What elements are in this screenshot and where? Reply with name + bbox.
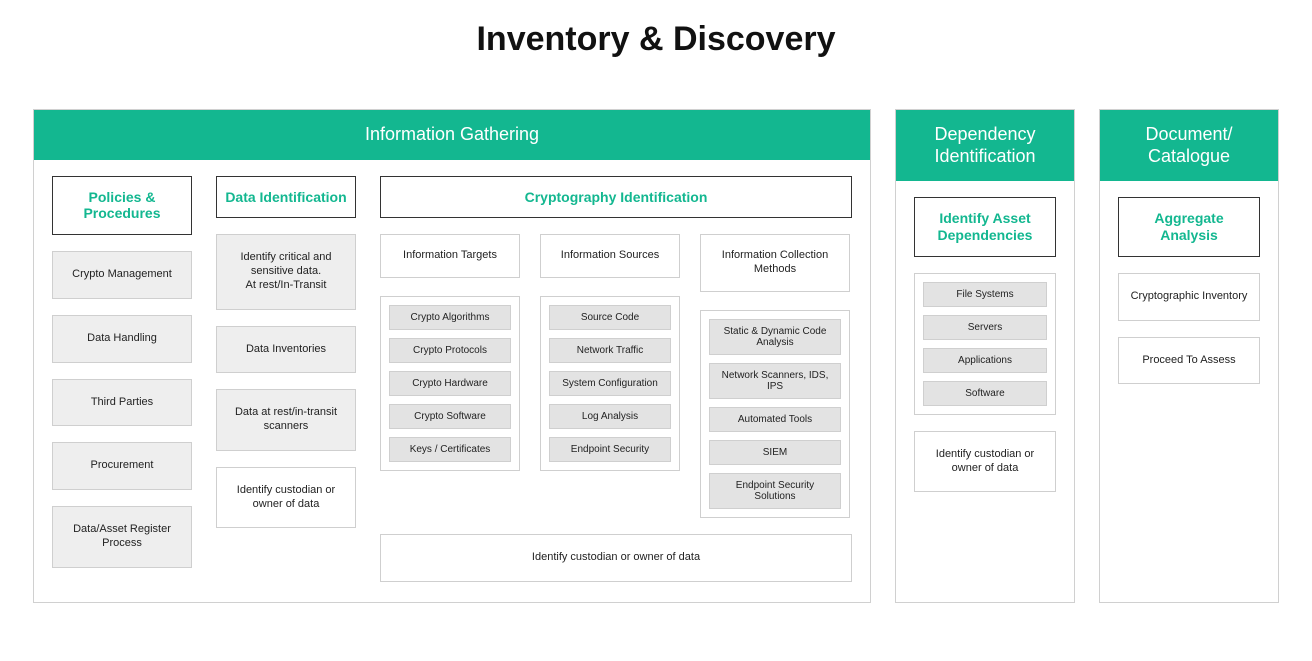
box-rest-transit-scanners: Data at rest/in-transit scanners bbox=[216, 389, 356, 451]
chip-network-scanners: Network Scanners, IDS, IPS bbox=[709, 363, 841, 399]
box-data-handling: Data Handling bbox=[52, 315, 192, 363]
chip-crypto-software: Crypto Software bbox=[389, 404, 511, 429]
subcol-targets: Information Targets Crypto Algorithms Cr… bbox=[380, 234, 520, 518]
box-identify-custodian-1: Identify custodian or owner of data bbox=[216, 467, 356, 529]
panel-header-doc: Document/ Catalogue bbox=[1100, 110, 1278, 181]
col-policies: Policies & Procedures Crypto Management … bbox=[52, 176, 192, 582]
chip-automated-tools: Automated Tools bbox=[709, 407, 841, 432]
chip-applications: Applications bbox=[923, 348, 1047, 373]
box-cryptographic-inventory: Cryptographic Inventory bbox=[1118, 273, 1260, 321]
chip-software: Software bbox=[923, 381, 1047, 406]
chip-sd-code-analysis: Static & Dynamic Code Analysis bbox=[709, 319, 841, 355]
heading-aggregate-analysis: Aggregate Analysis bbox=[1118, 197, 1260, 257]
chips-sources: Source Code Network Traffic System Confi… bbox=[540, 296, 680, 471]
chip-source-code: Source Code bbox=[549, 305, 671, 330]
header-sources: Information Sources bbox=[540, 234, 680, 278]
box-identify-custodian-2: Identify custodian or owner of data bbox=[380, 534, 852, 582]
box-crypto-management: Crypto Management bbox=[52, 251, 192, 299]
chip-system-config: System Configuration bbox=[549, 371, 671, 396]
box-procurement: Procurement bbox=[52, 442, 192, 490]
subcol-sources: Information Sources Source Code Network … bbox=[540, 234, 680, 518]
chip-siem: SIEM bbox=[709, 440, 841, 465]
chips-dependencies: File Systems Servers Applications Softwa… bbox=[914, 273, 1056, 415]
heading-identify-asset-deps: Identify Asset Dependencies bbox=[914, 197, 1056, 257]
col-data-identification: Data Identification Identify critical an… bbox=[216, 176, 356, 582]
chip-endpoint-security: Endpoint Security bbox=[549, 437, 671, 462]
chip-file-systems: File Systems bbox=[923, 282, 1047, 307]
chip-network-traffic: Network Traffic bbox=[549, 338, 671, 363]
panel-header-dep: Dependency Identification bbox=[896, 110, 1074, 181]
box-identify-critical: Identify critical and sensitive data. At… bbox=[216, 234, 356, 309]
page-title: Inventory & Discovery bbox=[10, 20, 1302, 59]
subcol-methods: Information Collection Methods Static & … bbox=[700, 234, 850, 518]
panel-information-gathering: Information Gathering Policies & Procedu… bbox=[33, 109, 871, 603]
chips-targets: Crypto Algorithms Crypto Protocols Crypt… bbox=[380, 296, 520, 471]
chips-methods: Static & Dynamic Code Analysis Network S… bbox=[700, 310, 850, 518]
heading-policies: Policies & Procedures bbox=[52, 176, 192, 236]
box-third-parties: Third Parties bbox=[52, 379, 192, 427]
chip-crypto-protocols: Crypto Protocols bbox=[389, 338, 511, 363]
panel-document-catalogue: Document/ Catalogue Aggregate Analysis C… bbox=[1099, 109, 1279, 603]
box-proceed-to-assess: Proceed To Assess bbox=[1118, 337, 1260, 385]
panel-header: Information Gathering bbox=[34, 110, 870, 160]
heading-crypto-identification: Cryptography Identification bbox=[380, 176, 852, 219]
panel-dependency-identification: Dependency Identification Identify Asset… bbox=[895, 109, 1075, 603]
chip-endpoint-solutions: Endpoint Security Solutions bbox=[709, 473, 841, 509]
box-data-asset-register: Data/Asset Register Process bbox=[52, 506, 192, 568]
chip-crypto-algorithms: Crypto Algorithms bbox=[389, 305, 511, 330]
col-crypto-identification: Cryptography Identification Information … bbox=[380, 176, 852, 582]
header-targets: Information Targets bbox=[380, 234, 520, 278]
box-identify-custodian-3: Identify custodian or owner of data bbox=[914, 431, 1056, 493]
chip-log-analysis: Log Analysis bbox=[549, 404, 671, 429]
diagram-columns: Information Gathering Policies & Procedu… bbox=[10, 109, 1302, 603]
chip-keys-certificates: Keys / Certificates bbox=[389, 437, 511, 462]
heading-data-identification: Data Identification bbox=[216, 176, 356, 219]
header-methods: Information Collection Methods bbox=[700, 234, 850, 292]
box-data-inventories: Data Inventories bbox=[216, 326, 356, 374]
chip-servers: Servers bbox=[923, 315, 1047, 340]
chip-crypto-hardware: Crypto Hardware bbox=[389, 371, 511, 396]
